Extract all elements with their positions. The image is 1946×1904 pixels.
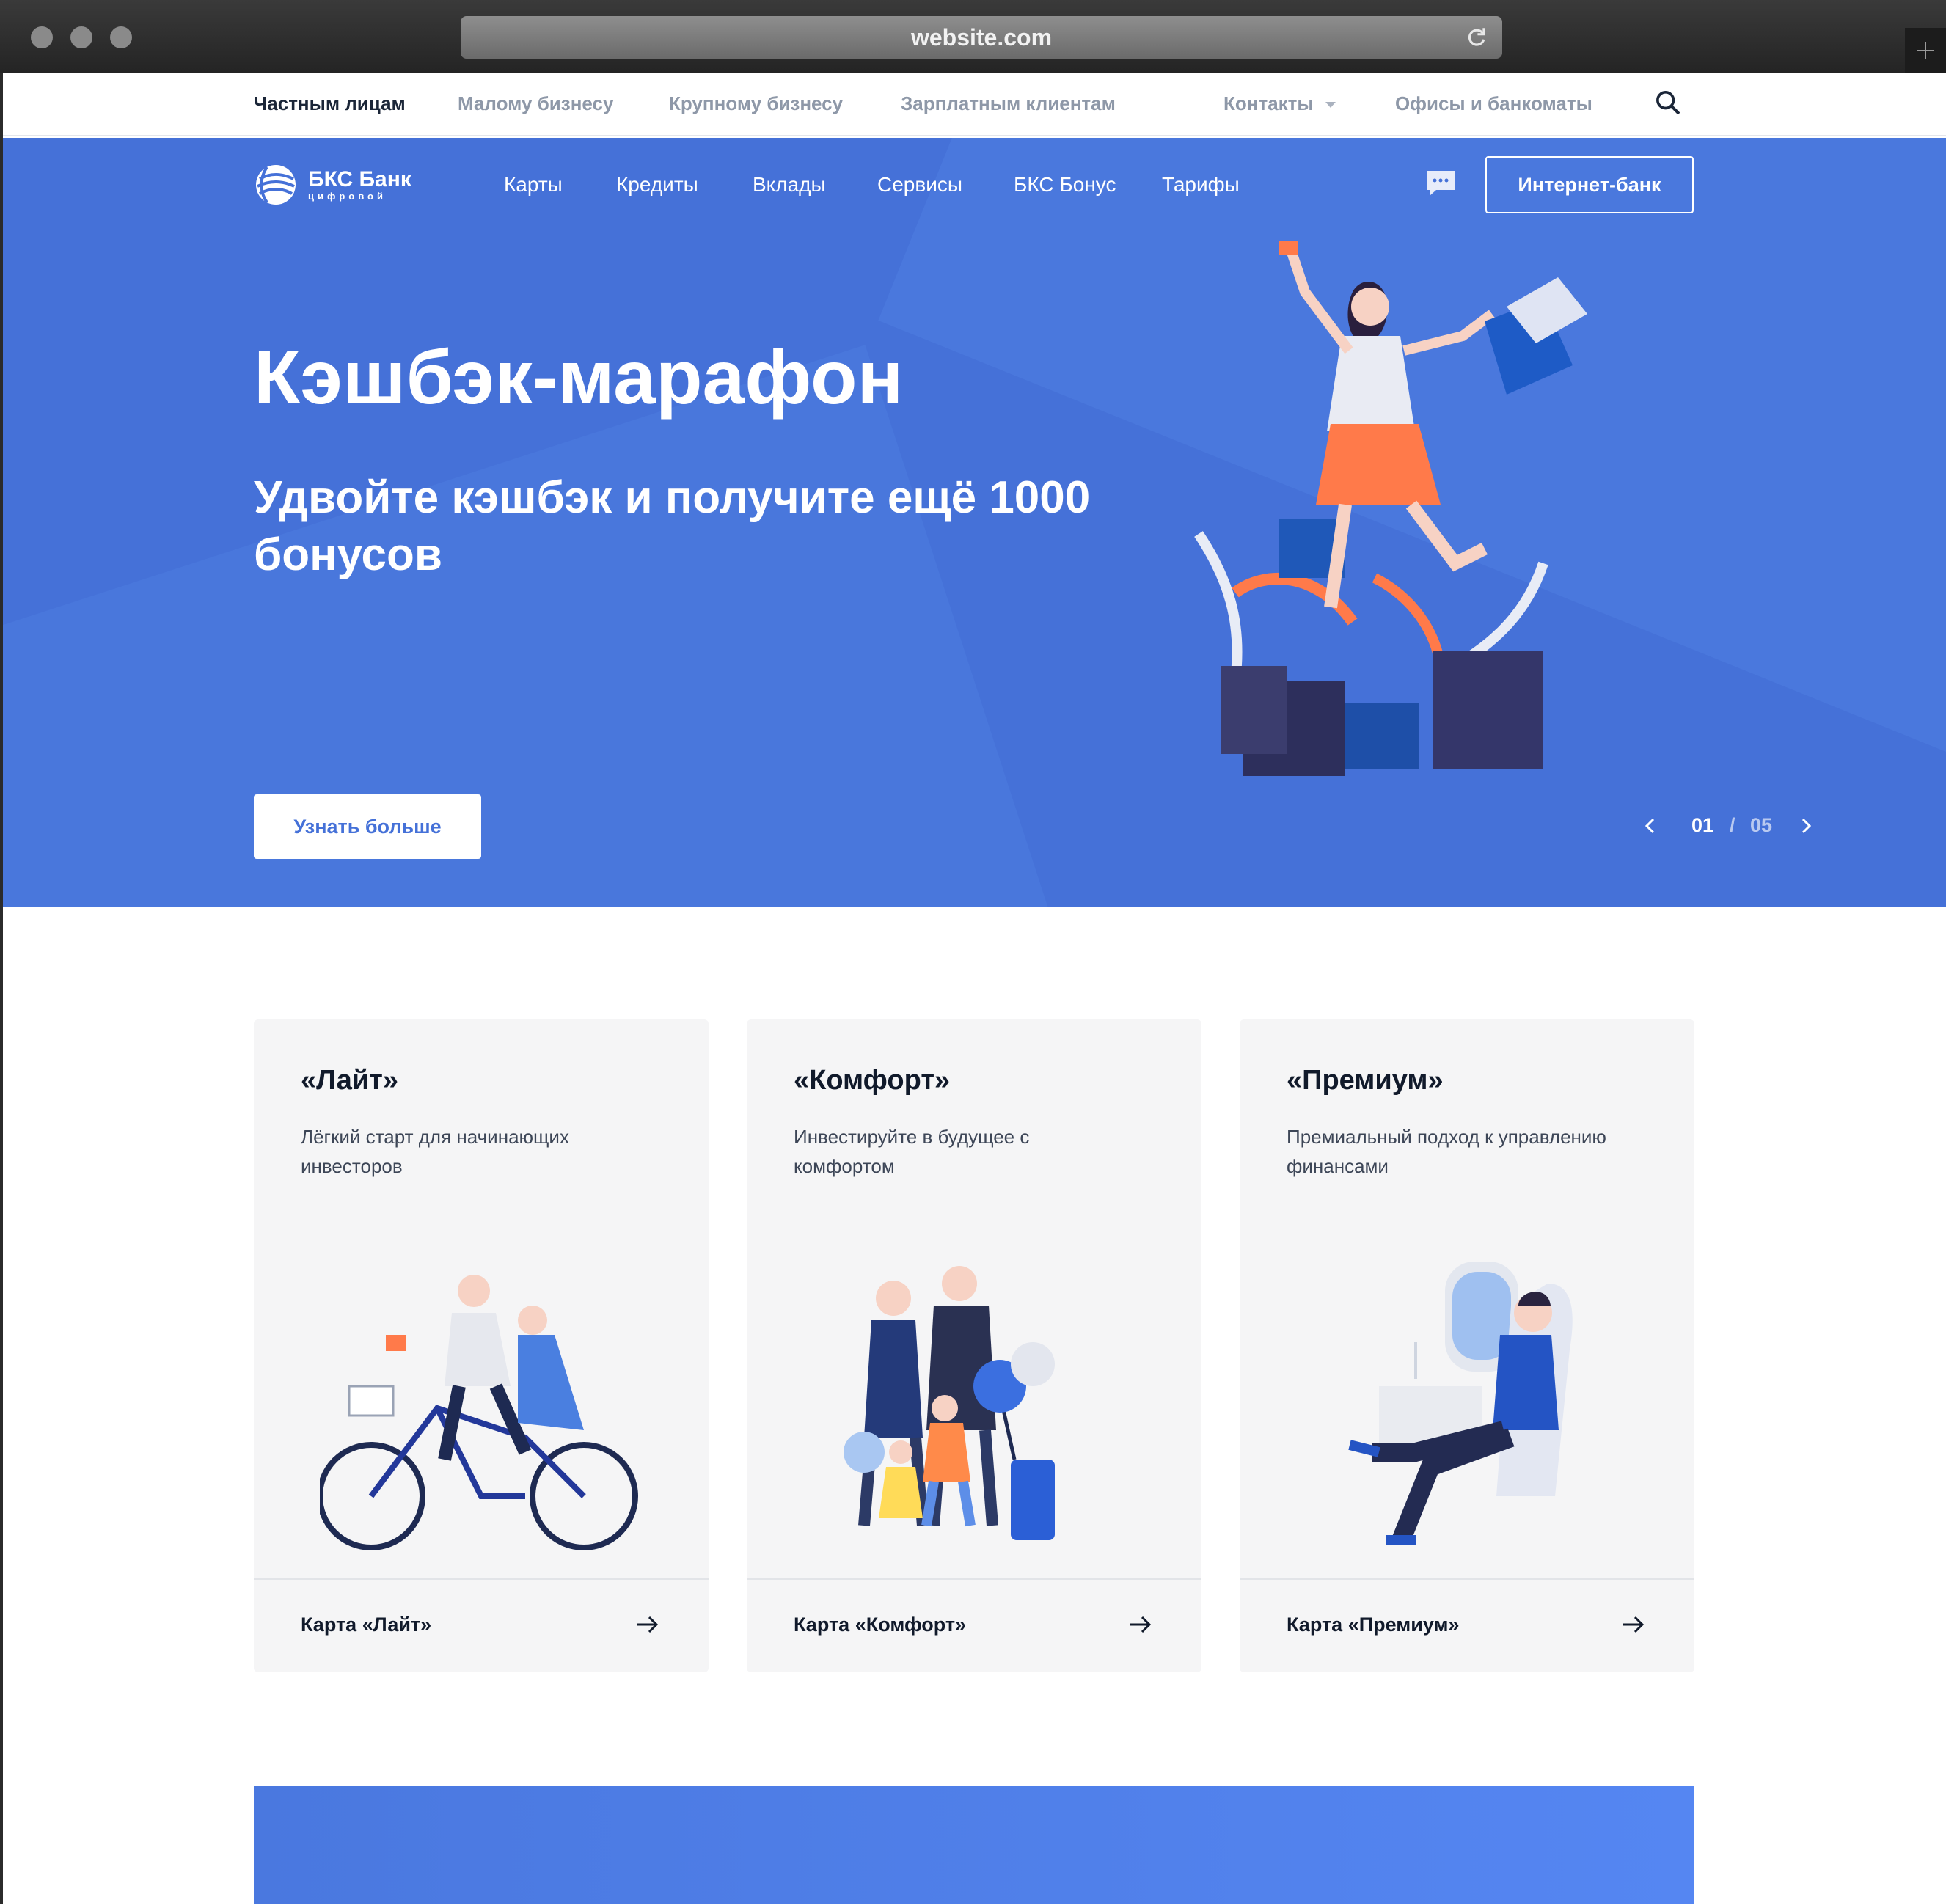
bicycle-couple-illustration (320, 1275, 638, 1550)
nav-private[interactable]: Частным лицам (254, 92, 406, 115)
browser-toolbar: website.com (0, 0, 1946, 73)
card-title: «Комфорт» (794, 1065, 951, 1096)
nav-payroll[interactable]: Зарплатным клиентам (901, 92, 1116, 115)
reload-icon[interactable] (1464, 25, 1489, 50)
learn-more-button[interactable]: Узнать больше (254, 794, 481, 859)
nav-deposits[interactable]: Вклады (753, 173, 826, 197)
airplane-passenger-illustration (1348, 1262, 1573, 1545)
audience-nav: Частным лицам Малому бизнесу Крупному би… (3, 73, 1946, 136)
chevron-right-icon[interactable] (1799, 817, 1813, 835)
url-text: website.com (910, 23, 1053, 51)
nav-large-business[interactable]: Крупному бизнесу (669, 92, 843, 115)
card-description: Лёгкий старт для начинающих инвесторов (301, 1126, 569, 1177)
globe-logo-icon (256, 165, 296, 205)
brand-name: БКС Банк (308, 166, 411, 191)
shopping-woman-illustration (1194, 241, 1587, 776)
nav-services[interactable]: Сервисы (877, 173, 962, 197)
internet-bank-button[interactable]: Интернет-банк (1485, 156, 1694, 213)
arrow-right-icon[interactable] (1128, 1614, 1153, 1636)
card-description: Инвестируйте в будущее с комфортом (794, 1126, 1030, 1177)
nav-credits[interactable]: Кредиты (616, 173, 698, 197)
address-bar[interactable]: website.com (461, 16, 1502, 59)
new-tab-button[interactable] (1905, 28, 1946, 73)
card-link[interactable]: Карта «Премиум» (1287, 1614, 1460, 1636)
arrow-right-icon[interactable] (635, 1614, 660, 1636)
card-lite[interactable]: «Лайт» Лёгкий старт для начинающих инвес… (254, 1019, 709, 1672)
slide-current: 01 (1691, 814, 1714, 836)
nav-small-business[interactable]: Малому бизнесу (458, 92, 613, 115)
nav-contacts[interactable]: Контакты (1223, 92, 1336, 115)
nav-bonus[interactable]: БКС Бонус (1014, 173, 1116, 197)
search-icon[interactable] (1653, 88, 1683, 117)
nav-cards[interactable]: Карты (504, 173, 563, 197)
slide-separator: / (1730, 814, 1735, 836)
close-window-button[interactable] (31, 26, 53, 48)
hero-banner: БКС Банк цифровой Карты Кредиты Вклады С… (3, 138, 1946, 907)
slide-total: 05 (1750, 814, 1773, 836)
family-travel-illustration (844, 1266, 1055, 1540)
nav-tariffs[interactable]: Тарифы (1162, 173, 1240, 197)
bank-logo[interactable]: БКС Банк цифровой (254, 163, 411, 207)
card-title: «Премиум» (1287, 1065, 1444, 1096)
plus-icon (1917, 42, 1934, 59)
hero-title: Кэшбэк-марафон (254, 335, 904, 420)
promo-banner (254, 1786, 1694, 1904)
nav-offices[interactable]: Офисы и банкоматы (1395, 92, 1592, 115)
card-description: Премиальный подход к управлению финансам… (1287, 1126, 1606, 1177)
chevron-left-icon[interactable] (1643, 817, 1658, 835)
page: Частным лицам Малому бизнесу Крупному би… (3, 73, 1946, 1904)
chat-icon[interactable] (1424, 169, 1457, 198)
arrow-right-icon[interactable] (1621, 1614, 1646, 1636)
card-premium[interactable]: «Премиум» Премиальный подход к управлени… (1240, 1019, 1694, 1672)
hero-subtitle: Удвойте кэшбэк и получите ещё 1000 бонус… (254, 472, 1091, 580)
card-title: «Лайт» (301, 1065, 398, 1096)
card-comfort[interactable]: «Комфорт» Инвестируйте в будущее с комфо… (747, 1019, 1201, 1672)
contacts-label: Контакты (1223, 92, 1314, 114)
minimize-window-button[interactable] (70, 26, 92, 48)
maximize-window-button[interactable] (110, 26, 132, 48)
brand-sub: цифровой (308, 190, 387, 202)
card-link[interactable]: Карта «Комфорт» (794, 1614, 966, 1636)
card-link[interactable]: Карта «Лайт» (301, 1614, 431, 1636)
chevron-down-icon (1325, 102, 1336, 109)
